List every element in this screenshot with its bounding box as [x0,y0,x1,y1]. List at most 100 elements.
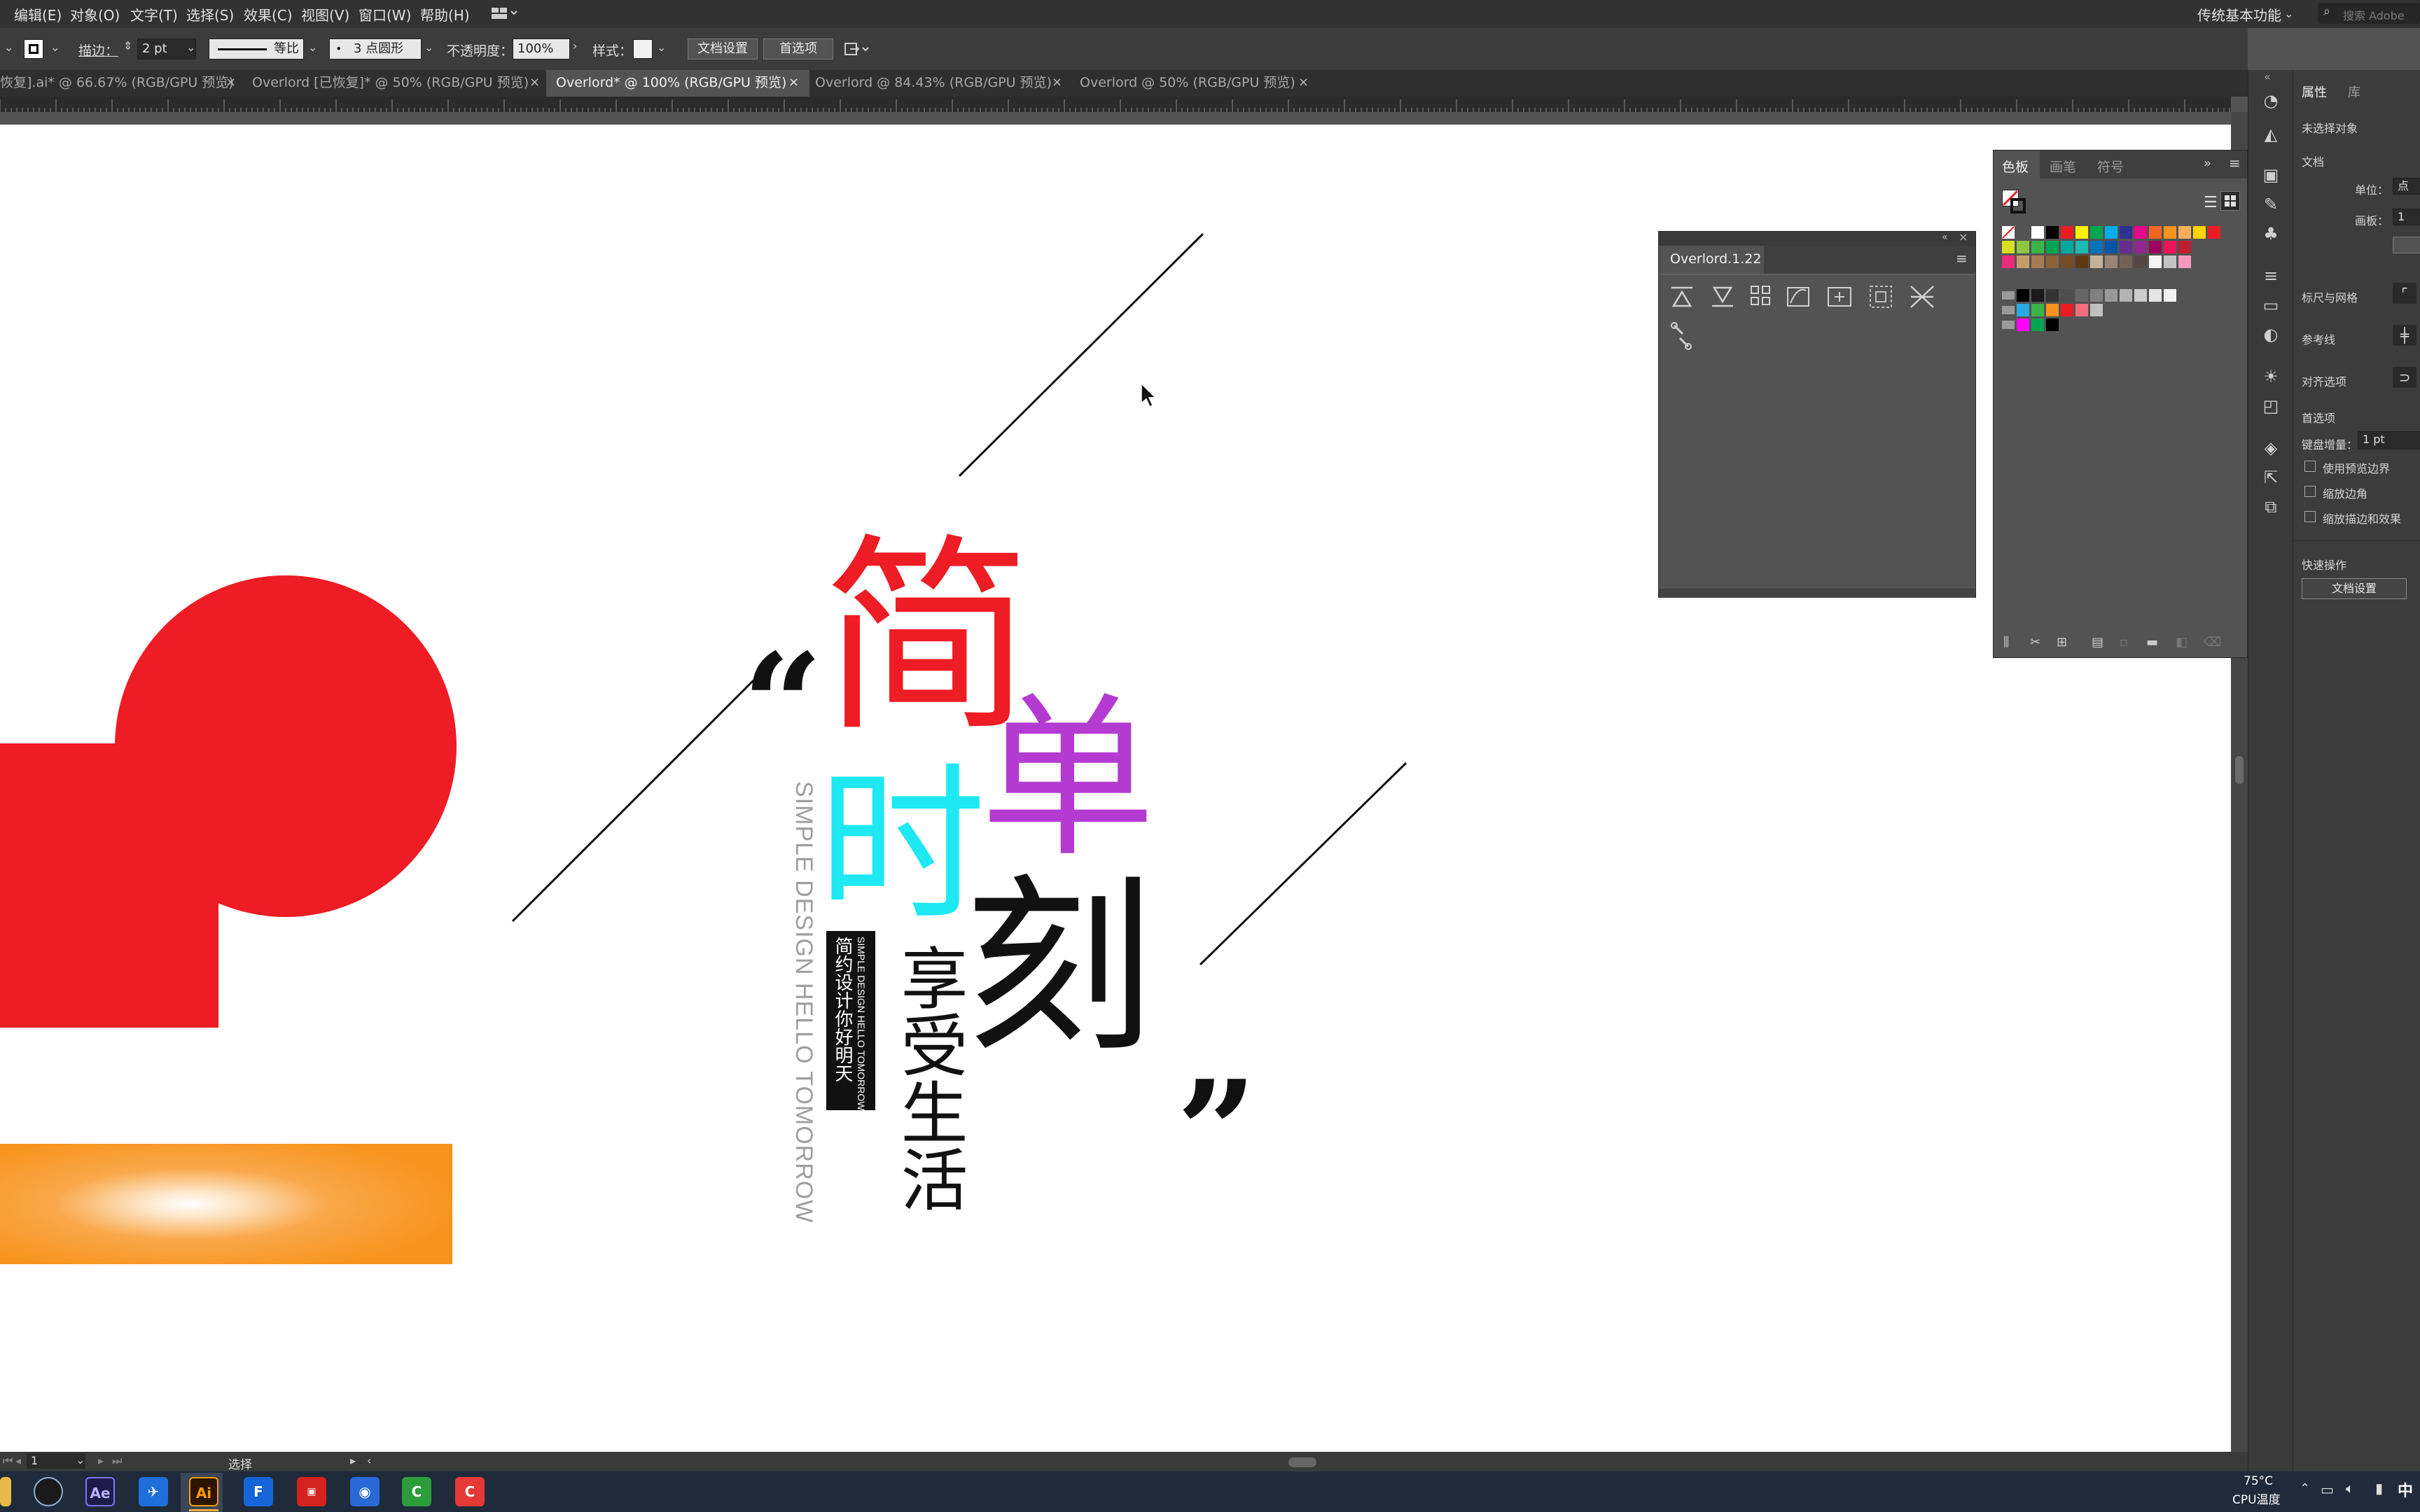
tab-properties[interactable]: 属性 [2293,80,2349,102]
swatch-settings-icon[interactable]: ▫ [2120,635,2128,650]
list-view-icon[interactable]: ☰ [2204,194,2218,211]
gradient-icon[interactable]: ▭ [2261,295,2281,315]
color-swatch[interactable] [2134,289,2147,302]
brush-definition[interactable]: • 3 点圆形 [329,38,422,59]
color-swatch[interactable] [2164,226,2176,239]
menu-effect[interactable]: 效果(C) [244,4,293,24]
search-box[interactable]: ⌕ 搜索 Adobe [2318,3,2420,24]
speaker-icon[interactable]: 🔈︎ [2346,1480,2354,1497]
color-swatch[interactable] [2046,318,2059,331]
opacity-label[interactable]: 不透明度： [447,41,513,59]
color-swatch[interactable] [2061,304,2073,316]
folder-icon[interactable]: ▬ [2146,635,2158,650]
color-swatch[interactable] [2120,241,2132,253]
chevron-down-icon[interactable]: ⌄ [50,41,60,54]
color-swatch[interactable] [2090,289,2103,302]
artboards-icon[interactable]: ⧉ [2261,497,2281,517]
snap-magnet-icon[interactable]: ⊃ [2393,367,2416,388]
color-swatch[interactable] [2046,226,2059,239]
camtasia-icon[interactable]: C [402,1477,431,1506]
color-swatch[interactable] [2090,226,2103,239]
menu-help[interactable]: 帮助(H) [420,4,470,24]
enjoy-life-text[interactable]: 享受生活 [888,944,968,1212]
color-swatch[interactable] [2046,255,2059,268]
document-tab[interactable]: Overlord @ 50% (RGB/GPU 预览) [1080,70,1297,97]
panel-menu-icon[interactable]: ≡ [2229,155,2241,172]
appearance-icon[interactable]: ☀ [2261,367,2281,386]
menu-object[interactable]: 对象(O) [70,4,120,24]
color-guide-icon[interactable]: ◔ [2261,91,2281,111]
color-swatch[interactable] [2031,241,2044,253]
color-swatch[interactable] [2193,226,2206,239]
color-swatch[interactable] [2061,255,2073,268]
color-swatch[interactable] [2164,289,2176,302]
artboard-dropdown[interactable]: 1 [2393,209,2420,225]
document-tab[interactable]: Overlord [已恢复]* @ 50% (RGB/GPU 预览) [252,70,532,97]
close-icon[interactable]: × [1052,70,1062,95]
new-color-group-icon[interactable]: ▤ [2092,635,2103,650]
color-swatch[interactable] [2164,241,2176,253]
expand-panel-icon[interactable]: » [2204,156,2211,171]
color-swatch[interactable] [2031,304,2044,316]
color-swatch[interactable] [2046,304,2059,316]
file-explorer-icon[interactable] [0,1477,11,1506]
color-swatch[interactable] [2031,289,2044,302]
transform-grid-icon[interactable] [1751,286,1770,305]
color-swatch[interactable] [2178,255,2191,268]
chevron-right-icon[interactable]: › [573,39,577,52]
fill-stroke-indicator[interactable] [2002,190,2027,215]
preferences-button[interactable]: 首选项 [763,38,833,59]
use-preview-bounds-checkbox[interactable] [2304,461,2316,472]
chevron-right-icon[interactable]: ▸ [350,1454,356,1467]
color-swatch[interactable] [2031,318,2044,331]
menu-view[interactable]: 视图(V) [301,4,349,24]
close-icon[interactable]: × [1298,70,1309,95]
scale-corners-checkbox[interactable] [2304,486,2316,497]
scale-strokes-checkbox[interactable] [2304,511,2316,522]
color-swatch[interactable] [2031,226,2044,239]
opacity-input[interactable]: 100% [513,38,570,59]
color-swatch[interactable] [2134,255,2147,268]
properties-icon[interactable]: ▣ [2261,165,2281,185]
close-icon[interactable]: × [529,70,540,95]
ime-indicator[interactable]: 中 [2398,1478,2413,1501]
chevron-down-icon[interactable]: ⌄ [186,41,195,54]
color-swatch[interactable] [2105,241,2118,253]
close-icon[interactable]: × [1959,230,1968,244]
close-quote[interactable]: ” [1176,1063,1257,1203]
arrange-icon[interactable] [843,39,871,59]
youdao-icon[interactable]: ▣ [297,1477,326,1506]
transparency-icon[interactable]: ◐ [2261,325,2281,344]
char-ke[interactable]: 刻 [965,874,1154,1063]
folder-icon[interactable] [2002,291,2015,300]
vpn-icon[interactable]: ◉ [350,1477,380,1506]
edit-artboards-button[interactable] [2393,237,2420,253]
orange-gradient-bar[interactable] [0,1144,452,1264]
battery-icon[interactable]: ▮ [2375,1480,2383,1497]
panel-menu-icon[interactable]: ≡ [1956,250,1968,267]
workspace-switcher[interactable]: 传统基本功能 [2197,4,2281,24]
swatch-options-icon[interactable]: ✂ [2030,635,2040,650]
fanbook-icon[interactable]: F [244,1477,273,1506]
stroke-label[interactable]: 描边： [78,41,118,59]
stroke-color-swatch[interactable] [24,39,43,59]
ruler-icon[interactable]: ⌜ [2393,283,2416,304]
screenrec-icon[interactable]: C [455,1477,485,1506]
unit-dropdown[interactable]: 点 [2393,178,2420,195]
black-text-box[interactable]: 简约设计你好明天 SIMPLE DESIGN HELLO TOMORROW [826,931,875,1110]
last-artboard-icon[interactable]: ⏭ [112,1454,122,1468]
color-swatch[interactable] [2017,318,2029,331]
color-swatch[interactable] [2075,226,2088,239]
document-setup-button[interactable]: 文档设置 [688,38,758,59]
document-setup-button[interactable]: 文档设置 [2302,578,2407,599]
color-swatch[interactable] [2090,304,2103,316]
color-swatch[interactable] [2046,241,2059,253]
grid-view-icon[interactable] [2220,191,2240,211]
diagonal-line-left[interactable] [511,675,759,923]
align-bottom-icon[interactable] [1712,286,1733,307]
collapse-icon[interactable]: « [1942,232,1948,243]
color-swatch[interactable] [2075,241,2088,253]
color-swatch[interactable] [2120,255,2132,268]
chevron-down-icon[interactable]: ⌄ [76,1453,85,1466]
panel-header[interactable]: « × [1659,230,1975,246]
